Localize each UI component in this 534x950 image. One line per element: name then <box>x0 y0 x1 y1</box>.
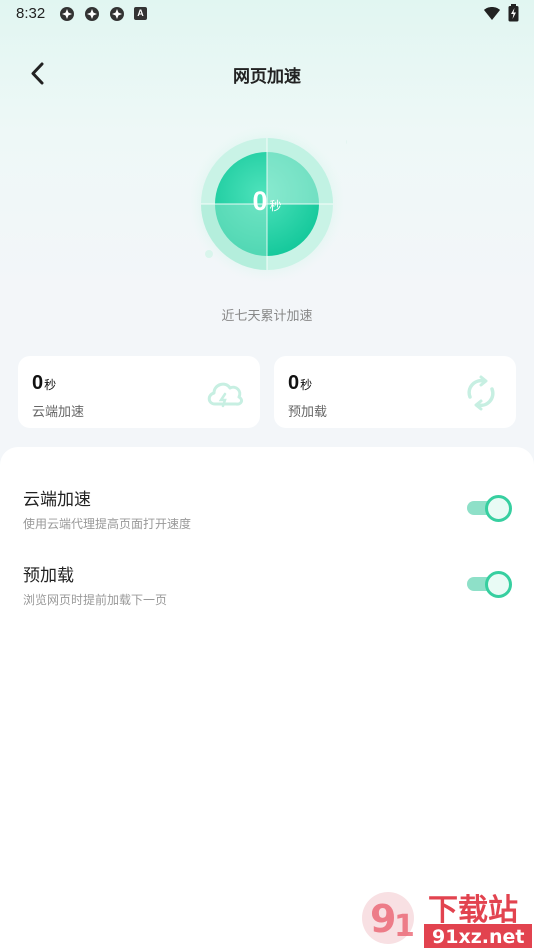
gauge-value: 0秒 <box>187 186 347 217</box>
gauge-number: 0 <box>252 186 268 216</box>
stat-card-preload: 0秒 预加载 <box>274 356 516 428</box>
gauge-unit: 秒 <box>269 199 282 213</box>
settings-panel: 云端加速 使用云端代理提高页面打开速度 预加载 浏览网页时提前加载下一页 <box>0 447 534 950</box>
status-time: 8:32 <box>16 5 46 22</box>
refresh-icon <box>467 375 495 411</box>
stat-number: 0 <box>32 372 44 394</box>
notification-badge-icon: A <box>134 7 147 20</box>
svg-text:9: 9 <box>370 897 396 941</box>
status-bar: 8:32 A <box>0 0 534 28</box>
setting-subtitle: 使用云端代理提高页面打开速度 <box>23 517 192 531</box>
watermark-brand: 下载站 <box>428 893 518 928</box>
stat-card-cloud: 0秒 云端加速 <box>18 356 260 428</box>
toggle-knob <box>485 571 512 598</box>
aperture-icon <box>110 7 124 21</box>
stat-label: 预加载 <box>288 405 328 420</box>
preload-toggle[interactable] <box>467 571 513 598</box>
gauge-caption: 近七天累计加速 <box>221 309 313 324</box>
stat-value: 0秒 <box>32 372 56 395</box>
wifi-icon <box>484 7 500 20</box>
stat-unit: 秒 <box>300 378 313 392</box>
stat-label: 云端加速 <box>32 405 85 420</box>
aperture-icon <box>85 7 99 21</box>
setting-subtitle: 浏览网页时提前加载下一页 <box>23 593 168 607</box>
stat-number: 0 <box>288 372 300 394</box>
setting-title: 云端加速 <box>23 490 91 510</box>
battery-icon <box>508 4 519 22</box>
watermark-site: 91xz.net <box>432 926 524 948</box>
page-title: 网页加速 <box>233 67 301 87</box>
toggle-knob <box>485 495 512 522</box>
cloud-icon <box>207 382 244 408</box>
setting-title: 预加载 <box>23 566 74 586</box>
aperture-icon <box>60 7 74 21</box>
stat-unit: 秒 <box>44 378 57 392</box>
watermark-logo: 9 1 下载站 91xz.net <box>362 892 532 948</box>
setting-row-cloud: 云端加速 使用云端代理提高页面打开速度 <box>0 485 534 545</box>
stat-value: 0秒 <box>288 372 312 395</box>
setting-row-preload: 预加载 浏览网页时提前加载下一页 <box>0 561 534 621</box>
cloud-accel-toggle[interactable] <box>467 495 513 522</box>
svg-text:1: 1 <box>394 909 415 944</box>
